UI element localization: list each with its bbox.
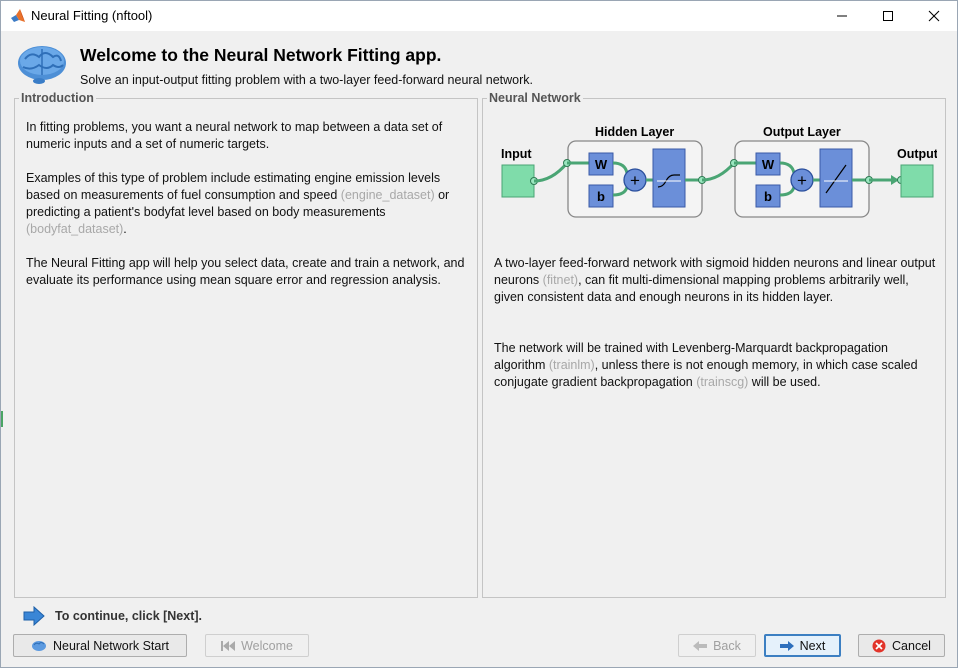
introduction-paragraph-3: The Neural Fitting app will help you sel… (26, 256, 465, 287)
app-window: Neural Fitting (nftool) Welcome to the N… (0, 0, 958, 668)
page-subtitle: Solve an input-output fitting problem wi… (80, 73, 534, 87)
sigmoid-transfer-box (652, 148, 686, 208)
skip-back-icon (221, 640, 236, 651)
close-button[interactable] (911, 1, 957, 31)
next-label: Next (799, 638, 826, 653)
title-bar[interactable]: Neural Fitting (nftool) (1, 1, 957, 31)
introduction-paragraph-1: In fitting problems, you want a neural n… (26, 120, 443, 151)
output-sum-symbol: + (797, 171, 807, 190)
page-title: Welcome to the Neural Network Fitting ap… (80, 45, 442, 65)
maximize-button[interactable] (865, 1, 911, 31)
maximize-icon (883, 11, 893, 21)
window-title: Neural Fitting (nftool) (31, 8, 153, 23)
output-layer-label: Output Layer (763, 125, 841, 139)
introduction-paragraph-2: Examples of this type of problem include… (26, 170, 468, 238)
hidden-layer-label: Hidden Layer (595, 125, 674, 139)
continue-instruction: To continue, click [Next]. (55, 609, 203, 623)
engine-dataset-link[interactable]: (engine_dataset) (341, 188, 435, 202)
neural-network-panel: Neural Network Input Hidden Layer W b + (482, 91, 946, 598)
output-node (900, 164, 934, 198)
welcome-button[interactable]: Welcome (205, 634, 309, 657)
hidden-sum-symbol: + (630, 171, 640, 190)
minimize-button[interactable] (819, 1, 865, 31)
output-bias-label: b (764, 189, 772, 204)
cancel-button[interactable]: Cancel (858, 634, 945, 657)
neural-network-start-button[interactable]: Neural Network Start (13, 634, 187, 657)
cancel-label: Cancel (892, 638, 931, 653)
bodyfat-dataset-link[interactable]: (bodyfat_dataset) (26, 222, 123, 236)
matlab-logo-icon (11, 9, 25, 22)
output-weight-label: W (762, 157, 775, 172)
hidden-bias-label: b (597, 189, 605, 204)
cancel-icon (872, 639, 886, 653)
minimize-icon (837, 15, 847, 17)
back-button[interactable]: Back (678, 634, 756, 657)
introduction-legend: Introduction (19, 91, 96, 105)
introduction-panel: Introduction In fitting problems, you wa… (14, 91, 478, 598)
next-button[interactable]: Next (764, 634, 841, 657)
neural-network-paragraph-2-text-c: will be used. (748, 375, 821, 389)
back-label: Back (713, 638, 741, 653)
diagram-output-label: Output (897, 147, 937, 161)
brain-icon (18, 46, 66, 84)
introduction-paragraph-2-text-c: . (123, 222, 127, 236)
arrow-left-icon (693, 640, 708, 651)
neural-network-paragraph-2: The network will be trained with Levenbe… (494, 340, 936, 391)
welcome-label: Welcome (241, 638, 293, 653)
trainlm-link[interactable]: (trainlm) (549, 358, 595, 372)
brain-icon (31, 640, 47, 652)
fitnet-link[interactable]: (fitnet) (543, 273, 578, 287)
input-node (501, 164, 535, 198)
neural-network-paragraph-1: A two-layer feed-forward network with si… (494, 255, 936, 306)
arrow-right-icon (779, 640, 794, 651)
arrow-right-icon (23, 606, 45, 626)
window-edge-accent (1, 411, 3, 427)
network-diagram: Input Hidden Layer W b + Output Layer W … (501, 125, 937, 218)
hidden-weight-label: W (595, 157, 608, 172)
diagram-input-label: Input (501, 147, 532, 161)
neural-network-legend: Neural Network (487, 91, 583, 105)
trainscg-link[interactable]: (trainscg) (696, 375, 748, 389)
close-icon (928, 10, 940, 22)
neural-network-start-label: Neural Network Start (52, 638, 169, 653)
